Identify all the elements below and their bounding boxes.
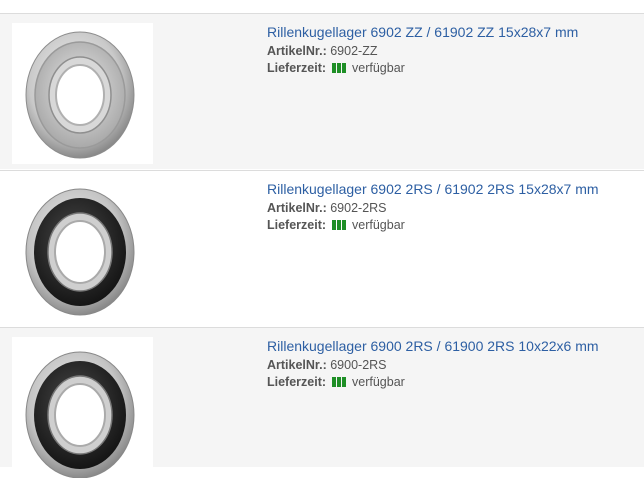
availability-bars-icon bbox=[331, 218, 347, 235]
article-value: 6902-ZZ bbox=[330, 44, 378, 58]
availability-status: verfügbar bbox=[352, 218, 405, 232]
product-image[interactable] bbox=[12, 180, 153, 321]
delivery-label: Lieferzeit: bbox=[267, 375, 327, 389]
delivery-time: Lieferzeit: verfügbar bbox=[267, 374, 599, 392]
article-number: ArtikelNr.: 6902-2RS bbox=[267, 200, 599, 217]
product-image[interactable] bbox=[12, 337, 153, 478]
product-image[interactable] bbox=[12, 23, 153, 164]
product-row: Rillenkugellager 6902 ZZ / 61902 ZZ 15x2… bbox=[0, 13, 644, 169]
bearing-2rs-icon bbox=[25, 351, 135, 478]
delivery-label: Lieferzeit: bbox=[267, 218, 327, 232]
availability-status: verfügbar bbox=[352, 61, 405, 75]
product-list: Rillenkugellager 6902 ZZ / 61902 ZZ 15x2… bbox=[0, 0, 644, 478]
product-info: Rillenkugellager 6902 ZZ / 61902 ZZ 15x2… bbox=[267, 23, 578, 78]
availability-bars-icon bbox=[331, 61, 347, 78]
delivery-time: Lieferzeit: verfügbar bbox=[267, 60, 578, 78]
product-title-link[interactable]: Rillenkugellager 6902 ZZ / 61902 ZZ 15x2… bbox=[267, 23, 578, 41]
product-info: Rillenkugellager 6902 2RS / 61902 2RS 15… bbox=[267, 180, 599, 235]
product-info: Rillenkugellager 6900 2RS / 61900 2RS 10… bbox=[267, 337, 599, 392]
availability-status: verfügbar bbox=[352, 375, 405, 389]
article-number: ArtikelNr.: 6902-ZZ bbox=[267, 43, 578, 60]
product-row: Rillenkugellager 6902 2RS / 61902 2RS 15… bbox=[0, 170, 644, 326]
delivery-time: Lieferzeit: verfügbar bbox=[267, 217, 599, 235]
product-row: Rillenkugellager 6900 2RS / 61900 2RS 10… bbox=[0, 327, 644, 478]
bearing-zz-icon bbox=[25, 31, 135, 159]
article-value: 6900-2RS bbox=[330, 358, 387, 372]
article-label: ArtikelNr.: bbox=[267, 358, 327, 372]
bearing-2rs-icon bbox=[25, 188, 135, 316]
article-label: ArtikelNr.: bbox=[267, 201, 327, 215]
delivery-label: Lieferzeit: bbox=[267, 61, 327, 75]
article-value: 6902-2RS bbox=[330, 201, 387, 215]
product-title-link[interactable]: Rillenkugellager 6900 2RS / 61900 2RS 10… bbox=[267, 337, 599, 355]
article-label: ArtikelNr.: bbox=[267, 44, 327, 58]
article-number: ArtikelNr.: 6900-2RS bbox=[267, 357, 599, 374]
product-title-link[interactable]: Rillenkugellager 6902 2RS / 61902 2RS 15… bbox=[267, 180, 599, 198]
availability-bars-icon bbox=[331, 375, 347, 392]
